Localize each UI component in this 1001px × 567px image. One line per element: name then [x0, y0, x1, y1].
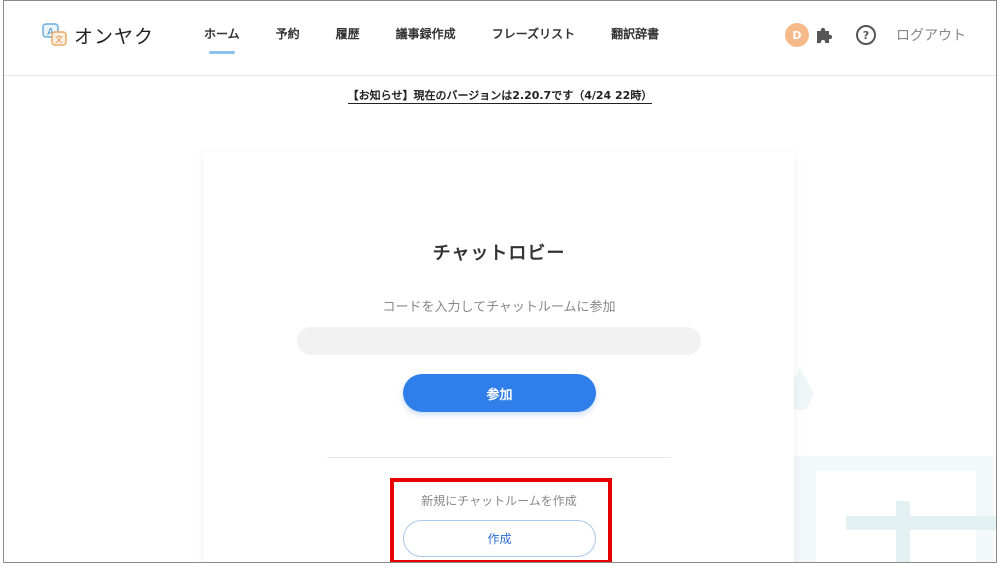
svg-text:文: 文	[55, 34, 63, 44]
app-window: A 文 オンヤク ホーム 予約 履歴 議事録作成 フレーズリスト 翻訳辞書 D …	[3, 0, 997, 563]
user-avatar[interactable]: D	[785, 23, 809, 47]
nav-history[interactable]: 履歴	[336, 25, 360, 50]
code-prompt: コードを入力してチャットルームに参加	[382, 300, 616, 315]
header-actions: D ? ログアウト	[785, 23, 966, 47]
app-name: オンヤク	[74, 25, 155, 48]
lobby-title: チャットロビー	[432, 243, 566, 264]
room-code-input[interactable]	[297, 327, 701, 355]
notice-text: 【お知らせ】現在のバージョンは2.20.7です（4/24 22時）	[347, 89, 653, 104]
translate-logo-icon: A 文	[42, 23, 67, 46]
app-logo[interactable]: A 文 オンヤク	[42, 21, 154, 49]
top-header: A 文 オンヤク ホーム 予約 履歴 議事録作成 フレーズリスト 翻訳辞書 D …	[4, 1, 996, 76]
nav-dictionary[interactable]: 翻訳辞書	[611, 25, 659, 50]
nav-home[interactable]: ホーム	[204, 25, 240, 54]
nav-reservation[interactable]: 予約	[276, 25, 300, 50]
chat-lobby-card: チャットロビー コードを入力してチャットルームに参加 参加 新規にチャットルーム…	[204, 151, 794, 562]
puzzle-icon[interactable]	[814, 25, 834, 45]
version-notice[interactable]: 【お知らせ】現在のバージョンは2.20.7です（4/24 22時）	[4, 87, 996, 104]
join-button[interactable]: 参加	[403, 374, 596, 412]
nav-minutes[interactable]: 議事録作成	[396, 25, 456, 50]
nav-phrase-list[interactable]: フレーズリスト	[492, 25, 575, 50]
help-icon[interactable]: ?	[856, 25, 876, 45]
create-room-button[interactable]: 作成	[403, 520, 596, 557]
background-illustration-icon	[786, 368, 996, 562]
section-divider	[327, 457, 671, 458]
new-room-label: 新規にチャットルームを作成	[421, 494, 577, 508]
logout-link[interactable]: ログアウト	[896, 25, 966, 45]
main-nav: ホーム 予約 履歴 議事録作成 フレーズリスト 翻訳辞書	[204, 25, 695, 54]
